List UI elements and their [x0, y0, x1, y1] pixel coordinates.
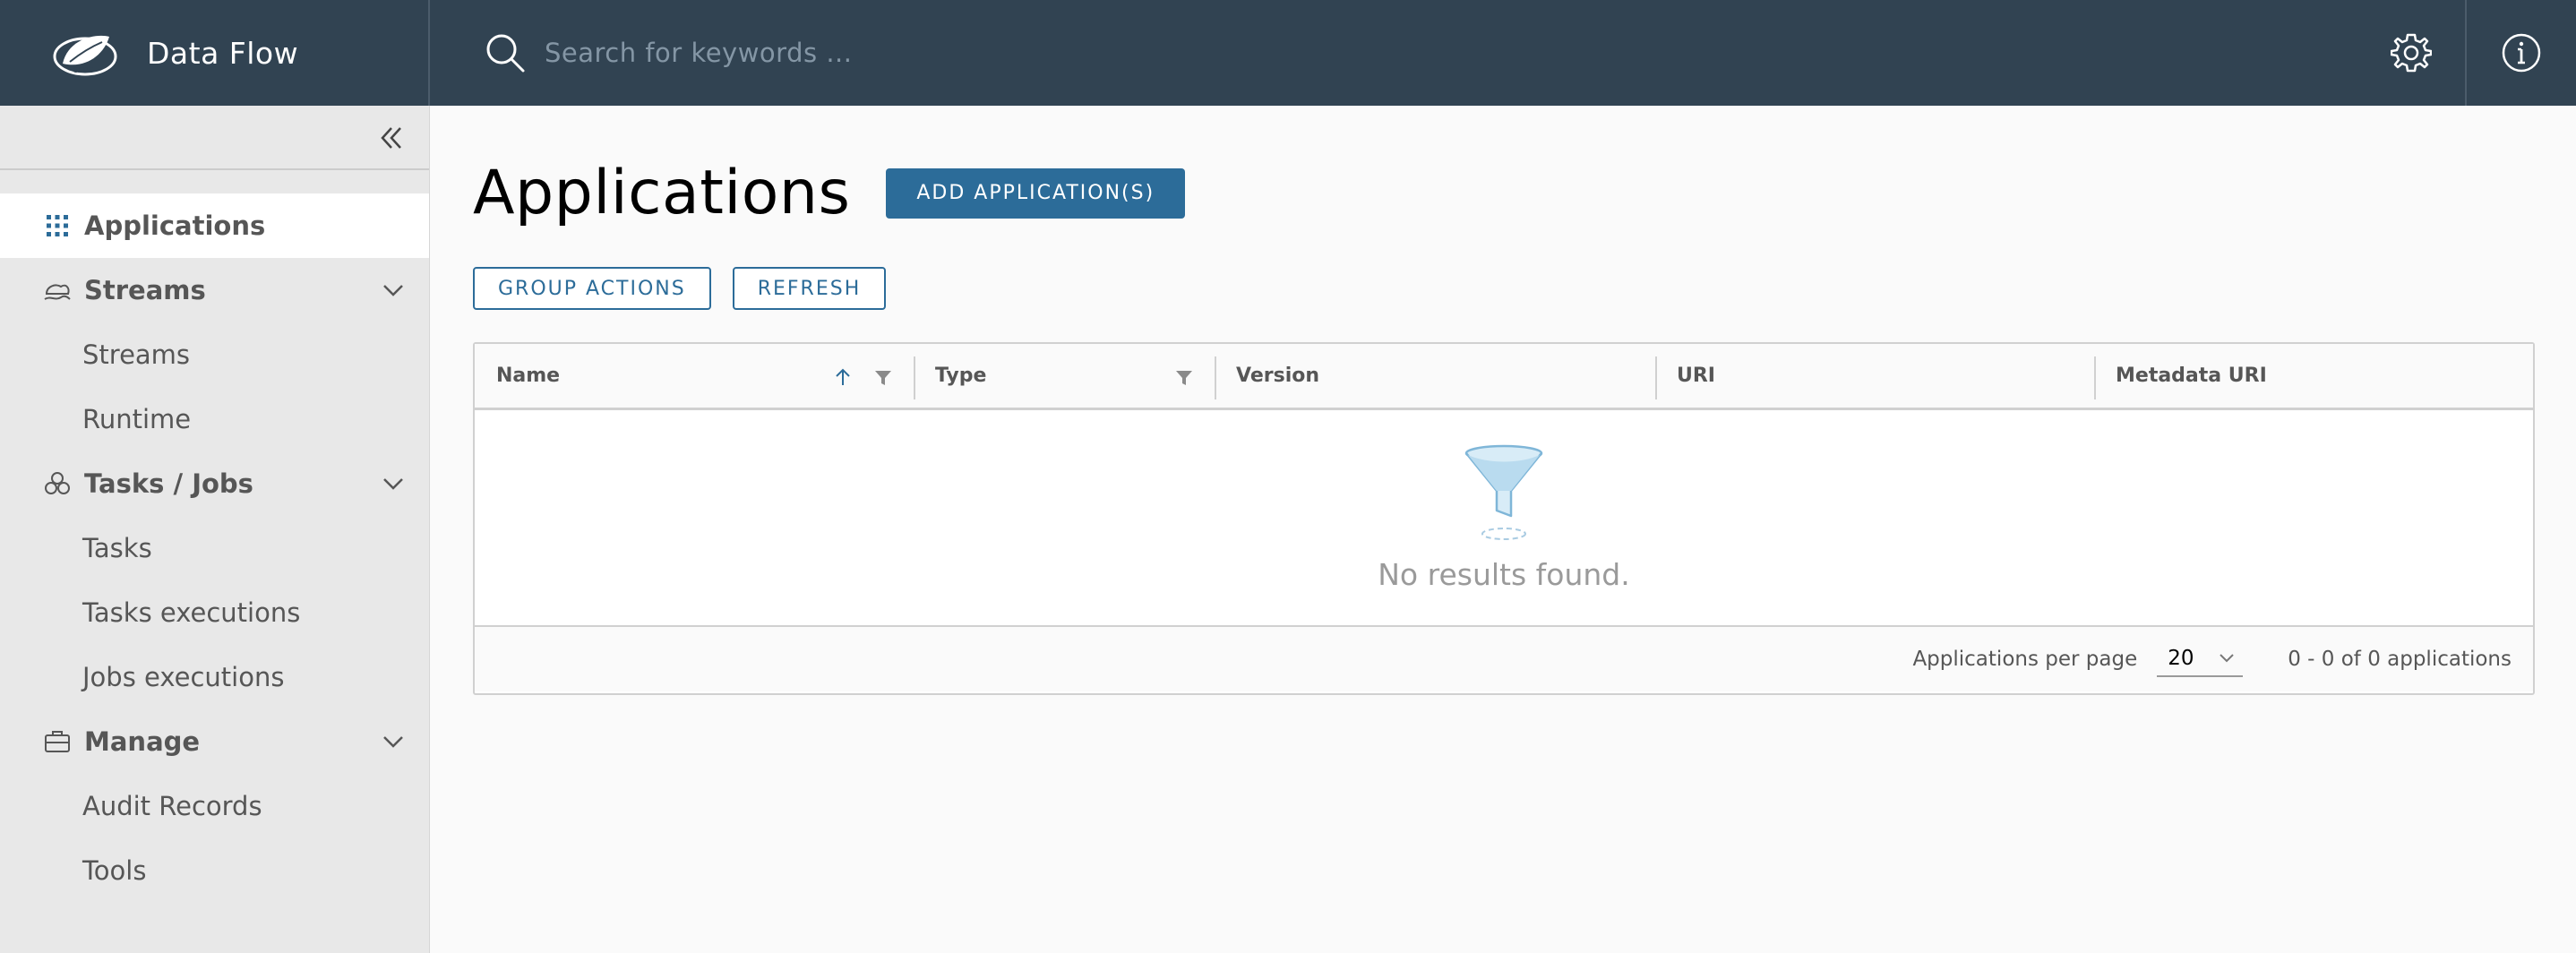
applications-table: Name Type Version URI Metadata URI No re…	[473, 342, 2535, 695]
column-header-metadata-uri[interactable]: Metadata URI	[2094, 344, 2533, 408]
filter-icon[interactable]	[1175, 369, 1193, 387]
top-header: SCDF Data Flow	[0, 0, 2576, 106]
sidebar-item-applications[interactable]: Applications	[0, 193, 429, 258]
streams-icon	[43, 276, 72, 305]
grid-icon	[43, 211, 72, 240]
gear-icon	[2391, 33, 2432, 73]
sidebar-item-jobs-executions[interactable]: Jobs executions	[0, 645, 429, 709]
page-title: Applications	[473, 158, 851, 228]
sidebar-item-streams-list[interactable]: Streams	[0, 322, 429, 387]
sidebar-item-label: Tasks / Jobs	[84, 468, 253, 499]
refresh-button[interactable]: REFRESH	[732, 267, 887, 310]
page-header: Applications ADD APPLICATION(S)	[473, 158, 1186, 228]
sidebar-item-streams[interactable]: Streams	[0, 258, 429, 322]
page-size-select[interactable]: 20	[2157, 641, 2244, 677]
column-header-type[interactable]: Type	[914, 344, 1215, 408]
sidebar: Applications Streams Streams Runtime Tas…	[0, 106, 430, 953]
header-actions	[2357, 0, 2576, 106]
sidebar-collapse-bar	[0, 106, 429, 170]
sidebar-item-label: Applications	[84, 210, 266, 241]
sidebar-item-label: Streams	[84, 275, 206, 305]
chevron-down-icon[interactable]	[381, 278, 406, 303]
spring-logo-icon: SCDF	[53, 35, 117, 76]
collapse-sidebar-button[interactable]	[372, 120, 411, 156]
info-button[interactable]	[2467, 0, 2576, 106]
search-input[interactable]	[545, 38, 1351, 68]
main-content: Applications ADD APPLICATION(S) GROUP AC…	[473, 106, 2535, 953]
briefcase-icon	[43, 727, 72, 756]
chevron-down-icon[interactable]	[381, 471, 406, 496]
toolbar: GROUP ACTIONS REFRESH	[473, 267, 887, 310]
settings-button[interactable]	[2357, 0, 2467, 106]
search-bar	[430, 0, 2357, 106]
sidebar-item-audit-records[interactable]: Audit Records	[0, 774, 429, 838]
chevron-down-icon	[2220, 654, 2234, 663]
page-size-value: 20	[2168, 647, 2194, 670]
column-label: Metadata URI	[2116, 365, 2267, 387]
column-label: Type	[935, 365, 987, 387]
column-header-version[interactable]: Version	[1215, 344, 1655, 408]
sidebar-item-label: Manage	[84, 726, 201, 757]
sidebar-item-runtime[interactable]: Runtime	[0, 387, 429, 451]
sidebar-item-tools[interactable]: Tools	[0, 838, 429, 903]
sidebar-item-tasks-jobs[interactable]: Tasks / Jobs	[0, 451, 429, 516]
empty-state: No results found.	[475, 410, 2533, 625]
empty-message: No results found.	[1378, 556, 1630, 592]
sidebar-item-tasks[interactable]: Tasks	[0, 516, 429, 580]
tasks-icon	[43, 469, 72, 498]
per-page-label: Applications per page	[1912, 648, 2138, 671]
group-actions-button[interactable]: GROUP ACTIONS	[473, 267, 711, 310]
column-label: URI	[1677, 365, 1715, 387]
sidebar-item-manage[interactable]: Manage	[0, 709, 429, 774]
add-applications-button[interactable]: ADD APPLICATION(S)	[886, 167, 1186, 219]
double-chevron-left-icon	[381, 127, 401, 149]
chevron-down-icon[interactable]	[381, 729, 406, 754]
svg-text:SCDF: SCDF	[73, 66, 93, 74]
column-header-name[interactable]: Name	[475, 344, 914, 408]
sidebar-item-tasks-executions[interactable]: Tasks executions	[0, 580, 429, 645]
sidebar-nav: Applications Streams Streams Runtime Tas…	[0, 170, 429, 903]
info-icon	[2502, 33, 2541, 73]
funnel-icon	[1464, 444, 1543, 540]
sort-ascending-icon[interactable]	[833, 367, 853, 387]
filter-icon[interactable]	[874, 369, 892, 387]
column-label: Name	[496, 365, 561, 387]
table-footer: Applications per page 20 0 - 0 of 0 appl…	[475, 625, 2533, 691]
table-header: Name Type Version URI Metadata URI	[475, 344, 2533, 410]
pagination-summary: 0 - 0 of 0 applications	[2288, 648, 2512, 671]
search-icon	[486, 34, 525, 73]
app-title: Data Flow	[147, 35, 299, 71]
column-label: Version	[1236, 365, 1320, 387]
column-header-uri[interactable]: URI	[1655, 344, 2094, 408]
brand[interactable]: SCDF Data Flow	[0, 0, 430, 106]
